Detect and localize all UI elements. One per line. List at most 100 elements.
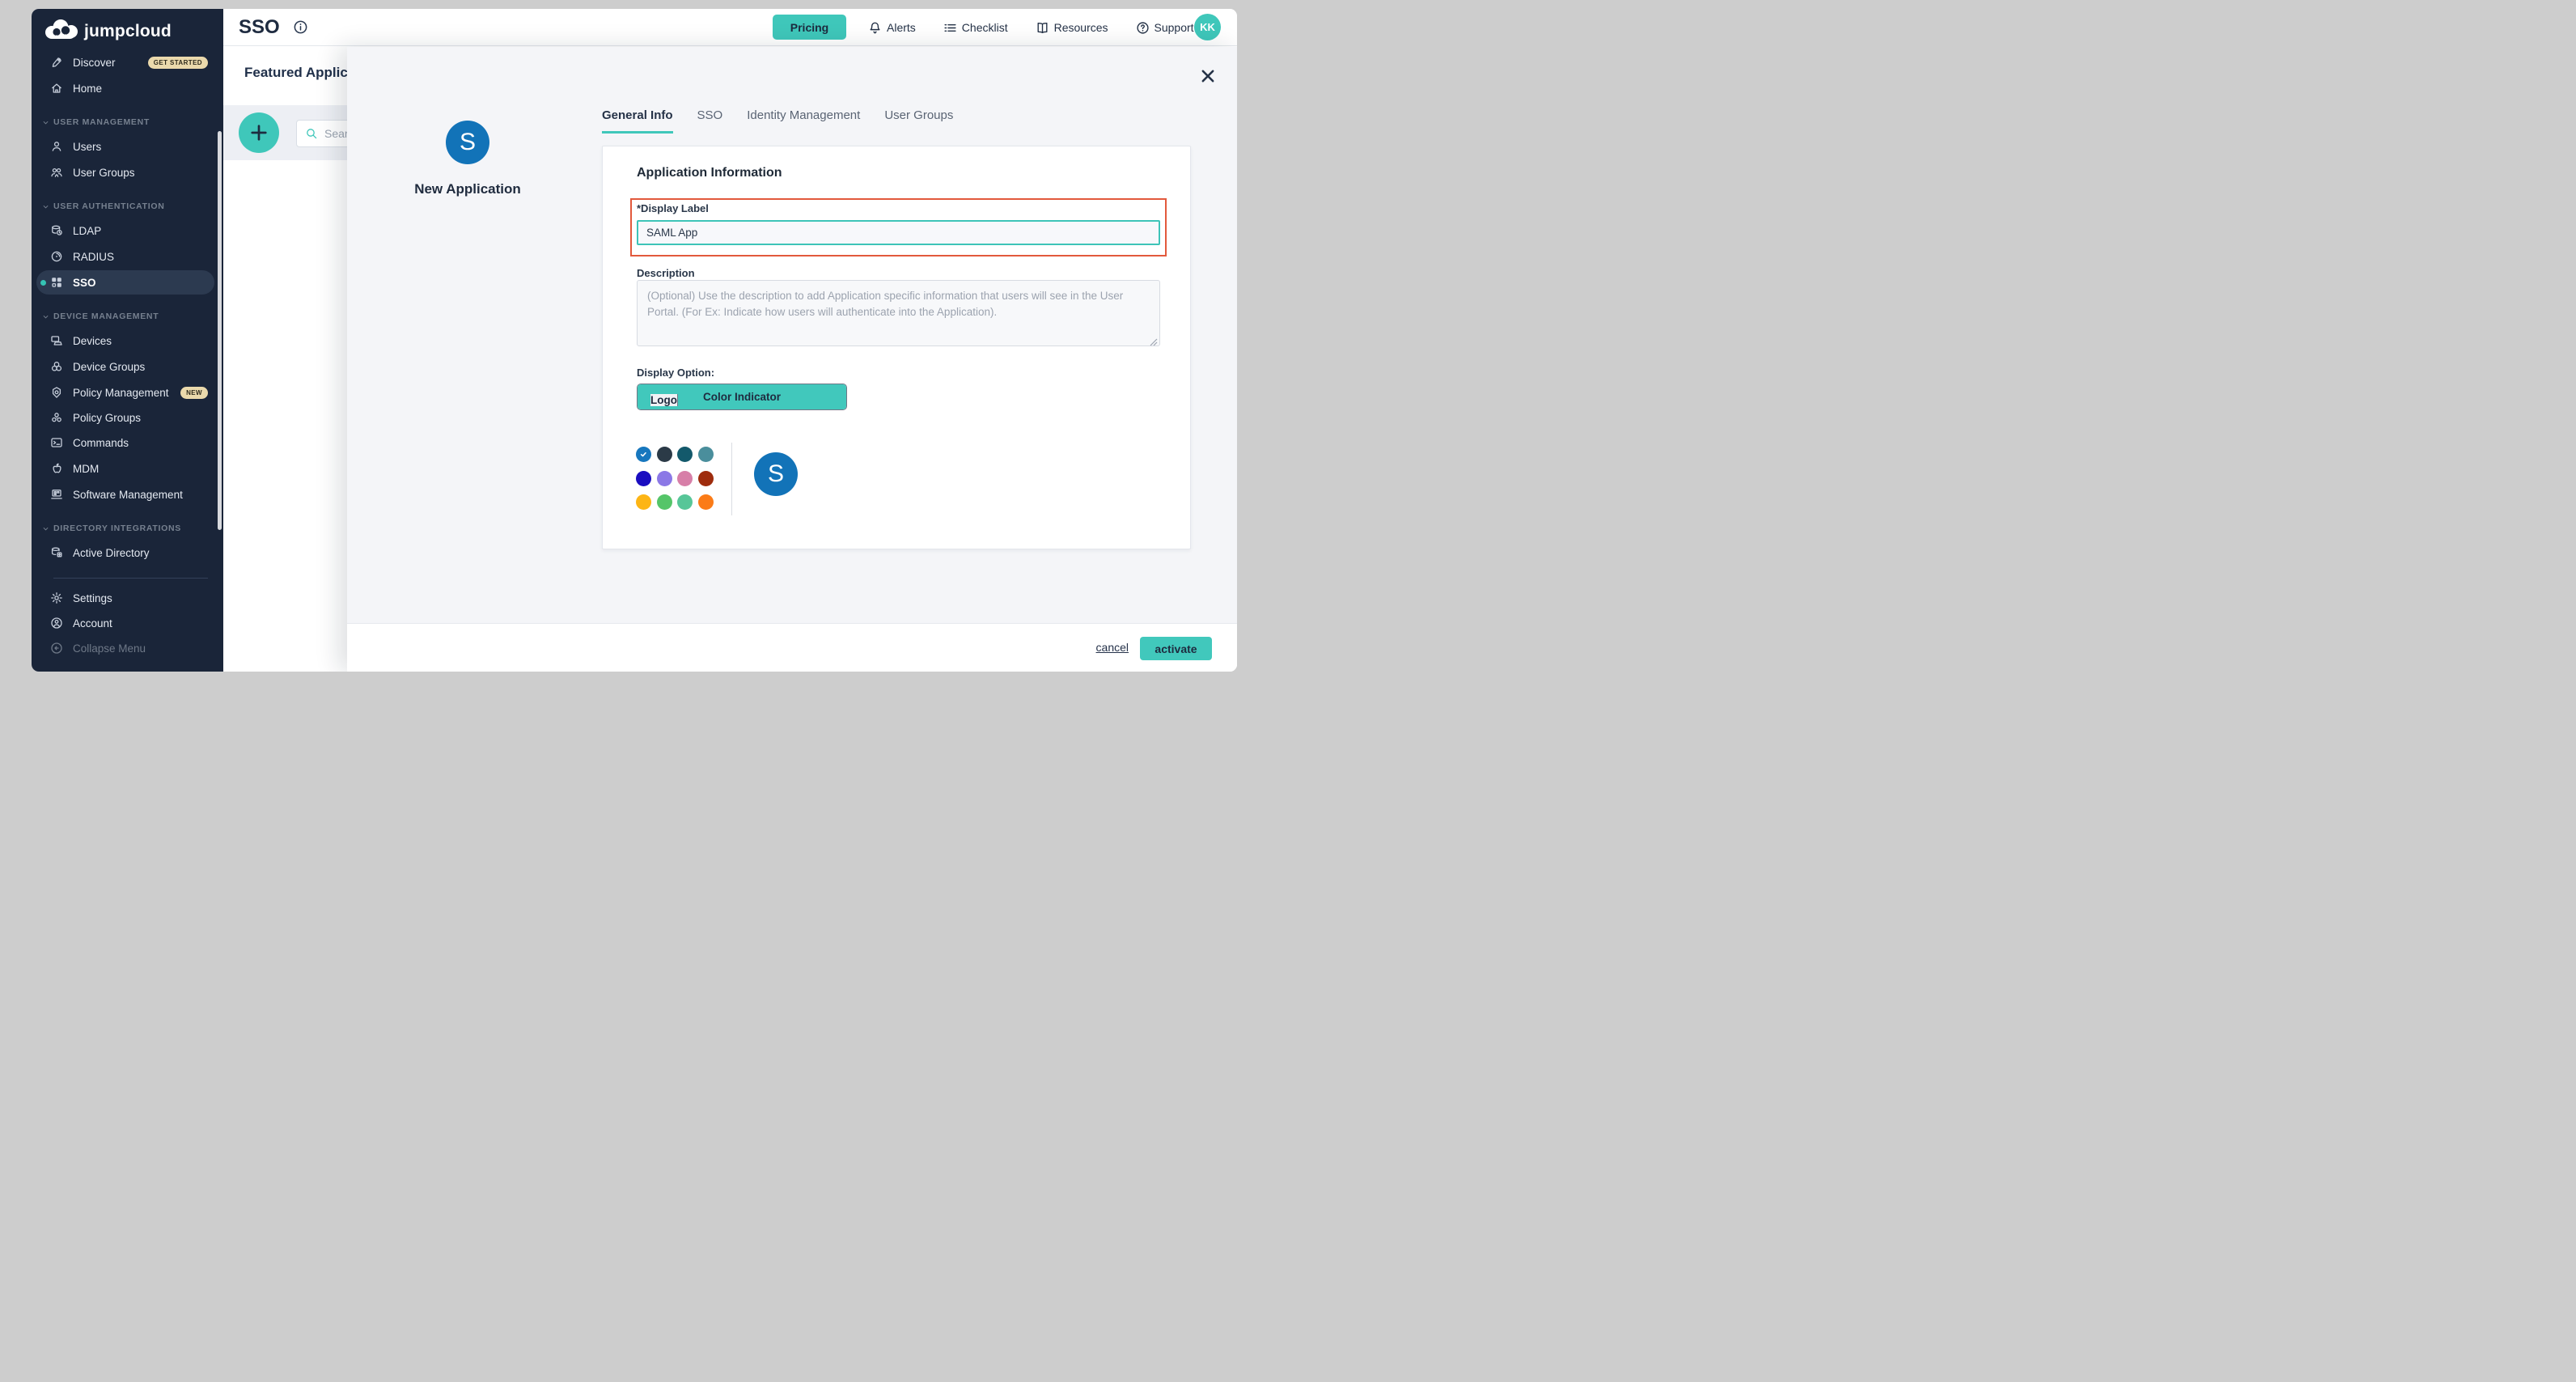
color-swatch-fdb515[interactable] (636, 494, 651, 510)
sidebar-item-commands[interactable]: Commands (32, 430, 223, 455)
modal-footer: cancel activate (347, 623, 1237, 672)
header-link-resources[interactable]: Resources (1036, 21, 1108, 35)
bell-icon (868, 21, 882, 35)
user-avatar[interactable]: KK (1194, 14, 1221, 40)
sidebar-item-policy-groups[interactable]: Policy Groups (32, 405, 223, 430)
color-swatch-8b78e6[interactable] (657, 471, 672, 486)
activate-button[interactable]: activate (1140, 637, 1212, 660)
color-swatch-d77fa8[interactable] (677, 471, 693, 486)
jumpcloud-cloud-icon (44, 19, 78, 45)
collapse-icon (50, 642, 63, 655)
application-name: New Application (366, 181, 569, 197)
jumpcloud-logo[interactable]: jumpcloud (44, 19, 172, 45)
sidebar-item-mdm[interactable]: MDM (32, 456, 223, 481)
active-item-pill (36, 270, 214, 295)
user-group-icon (50, 166, 63, 179)
header-link-alerts[interactable]: Alerts (868, 21, 916, 35)
checklist-icon (943, 21, 957, 35)
color-swatch-57c698[interactable] (677, 494, 693, 510)
cancel-button[interactable]: cancel (1096, 641, 1129, 654)
sidebar-item-label: Policy Groups (73, 412, 141, 424)
active-directory-icon (50, 546, 63, 559)
color-swatch-4a8e9c[interactable] (698, 447, 714, 462)
chevron-down-icon (41, 118, 50, 127)
application-information-card: Application Information *Display Label D… (602, 146, 1191, 549)
close-icon[interactable] (1199, 67, 1217, 85)
sidebar-item-label: Device Groups (73, 361, 145, 373)
add-application-button[interactable] (239, 112, 279, 153)
sidebar-item-label: SSO (73, 277, 96, 289)
color-swatch-1777be-selected[interactable] (636, 447, 651, 462)
sidebar-item-sso[interactable]: SSO (32, 270, 223, 295)
color-swatch-1a0dc0[interactable] (636, 471, 651, 486)
tab-identity-management[interactable]: Identity Management (747, 108, 860, 134)
sidebar-item-software-management[interactable]: Software Management (32, 482, 223, 507)
sidebar-section-user-authentication[interactable]: USER AUTHENTICATION (32, 200, 223, 213)
ldap-icon (50, 224, 63, 237)
sidebar-item-label: LDAP (73, 225, 101, 237)
color-swatch-13596b[interactable] (677, 447, 693, 462)
color-swatch-fb7b17[interactable] (698, 494, 714, 510)
sidebar-item-ldap[interactable]: LDAP (32, 218, 223, 243)
sidebar-item-collapse-menu[interactable]: Collapse Menu (32, 636, 223, 660)
rocket-icon (50, 56, 63, 69)
plus-icon (249, 123, 269, 142)
color-swatch-9e2c0d[interactable] (698, 471, 714, 486)
color-swatch-55c569[interactable] (657, 494, 672, 510)
logo-wordmark: jumpcloud (84, 22, 172, 41)
app-window: jumpcloud DiscoverGET STARTEDHome USER MA… (32, 9, 1237, 672)
policy-groups-icon (50, 411, 63, 424)
sidebar-item-users[interactable]: Users (32, 134, 223, 159)
sidebar-item-badge: NEW (180, 387, 208, 399)
sidebar-item-discover[interactable]: DiscoverGET STARTED (32, 50, 223, 74)
devices-icon (50, 334, 63, 347)
header-link-label: Support (1155, 21, 1194, 34)
sidebar-item-settings[interactable]: Settings (32, 586, 223, 610)
sidebar-section-label: DIRECTORY INTEGRATIONS (53, 524, 181, 533)
card-title: Application Information (637, 166, 782, 180)
sidebar-item-policy-management[interactable]: Policy ManagementNEW (32, 380, 223, 405)
header-link-support[interactable]: Support (1136, 21, 1194, 35)
info-icon[interactable] (293, 19, 308, 35)
tab-general-info[interactable]: General Info (602, 108, 673, 134)
sidebar-item-label: Users (73, 141, 101, 153)
sidebar-item-label: MDM (73, 463, 99, 475)
sidebar-item-active-directory[interactable]: Active Directory (32, 541, 223, 565)
sidebar-item-user-groups[interactable]: User Groups (32, 160, 223, 184)
pricing-button[interactable]: Pricing (773, 15, 846, 40)
display-label-input[interactable] (637, 220, 1160, 245)
sidebar-item-device-groups[interactable]: Device Groups (32, 354, 223, 379)
tab-user-groups[interactable]: User Groups (884, 108, 953, 134)
display-option-label: Display Option: (637, 367, 714, 379)
mdm-icon (50, 462, 63, 475)
sidebar-section-device-management[interactable]: DEVICE MANAGEMENT (32, 310, 223, 323)
sidebar-item-label: Software Management (73, 489, 183, 501)
sidebar-item-devices[interactable]: Devices (32, 329, 223, 353)
sidebar-item-radius[interactable]: RADIUS (32, 244, 223, 269)
header-link-label: Resources (1054, 21, 1108, 34)
display-option-toggle: Logo Color Indicator (637, 384, 847, 410)
color-swatch-2b3a47[interactable] (657, 447, 672, 462)
logo-option-button[interactable]: Logo (650, 394, 678, 406)
sidebar-item-home[interactable]: Home (32, 76, 223, 100)
sidebar-section-directory-integrations[interactable]: DIRECTORY INTEGRATIONS (32, 522, 223, 535)
application-initial-avatar: S (446, 121, 489, 164)
sidebar-item-account[interactable]: Account (32, 611, 223, 635)
header-link-label: Alerts (887, 21, 916, 34)
sidebar-item-label: Account (73, 617, 112, 630)
palette-divider (731, 443, 732, 515)
book-icon (1036, 21, 1049, 35)
software-icon (50, 488, 63, 501)
header-link-checklist[interactable]: Checklist (943, 21, 1008, 35)
account-icon (50, 617, 63, 630)
color-preview-avatar: S (754, 452, 798, 496)
sidebar-section-label: USER MANAGEMENT (53, 117, 150, 127)
chevron-down-icon (41, 312, 50, 321)
tab-sso[interactable]: SSO (697, 108, 723, 134)
device-groups-icon (50, 360, 63, 373)
sidebar-item-label: Commands (73, 437, 129, 449)
description-textarea[interactable] (637, 280, 1160, 346)
sidebar-item-badge: GET STARTED (148, 57, 208, 69)
sidebar-scrollbar[interactable] (218, 131, 222, 530)
sidebar-section-user-management[interactable]: USER MANAGEMENT (32, 116, 223, 129)
